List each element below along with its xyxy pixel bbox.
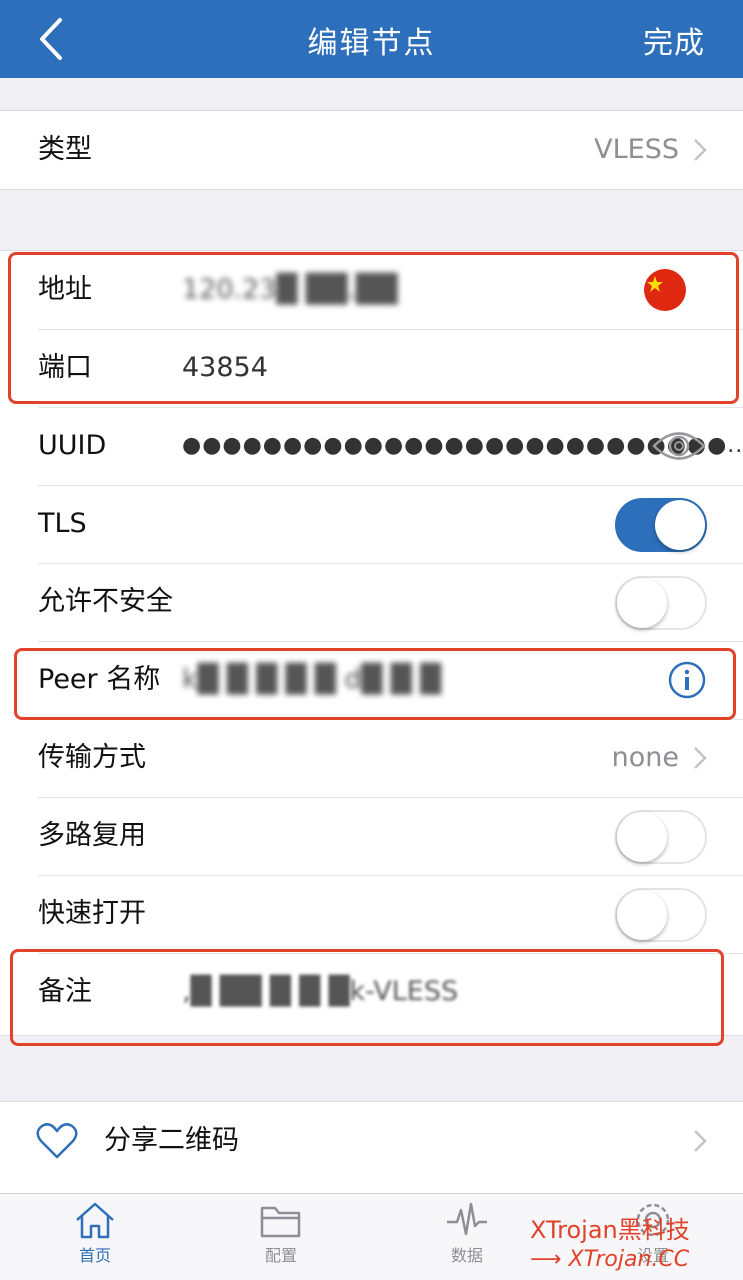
watermark: XTrojan黑科技 ⟶ XTrojan.CC bbox=[530, 1210, 690, 1272]
tls-label: TLS bbox=[38, 508, 87, 539]
port-label: 端口 bbox=[38, 352, 92, 383]
tab-data[interactable]: 数据 bbox=[422, 1200, 512, 1266]
tab-home[interactable]: 首页 bbox=[50, 1200, 140, 1266]
type-row[interactable]: 类型 VLESS bbox=[0, 111, 743, 189]
tls-toggle[interactable] bbox=[615, 498, 707, 552]
peer-name-value[interactable]: k█ █ █ █ █ d█ █ █ bbox=[182, 641, 441, 719]
transport-row[interactable]: 传输方式 none bbox=[0, 719, 743, 797]
address-value[interactable]: 120.23█ ██.██ bbox=[182, 251, 397, 329]
fast-open-row: 快速打开 bbox=[0, 875, 743, 953]
peer-name-label: Peer 名称 bbox=[38, 664, 161, 695]
remark-value[interactable]: ‚█ ██ █ █ █k-VLESS bbox=[182, 953, 458, 1031]
remark-row[interactable]: 备注 ‚█ ██ █ █ █k-VLESS bbox=[0, 953, 743, 1035]
watermark-line1: XTrojan黑科技 bbox=[530, 1216, 690, 1244]
port-row[interactable]: 端口 43854 bbox=[0, 329, 743, 407]
nav-bar: 编辑节点 完成 bbox=[0, 0, 743, 78]
tab-data-label: 数据 bbox=[450, 1246, 483, 1265]
remark-label: 备注 bbox=[38, 976, 92, 1007]
tab-config[interactable]: 配置 bbox=[236, 1200, 326, 1266]
page-title: 编辑节点 bbox=[307, 26, 436, 61]
toggle-knob bbox=[655, 500, 705, 550]
node-settings-group: 地址 120.23█ ██.██ 端口 43854 UUID ●●●●●●●●●… bbox=[0, 250, 743, 1036]
toggle-knob bbox=[617, 812, 667, 862]
home-icon bbox=[76, 1202, 114, 1239]
arrow-right-icon: ⟶ bbox=[530, 1247, 569, 1272]
china-flag-icon bbox=[644, 269, 686, 311]
chevron-right-icon bbox=[694, 747, 707, 769]
chevron-right-icon bbox=[694, 139, 707, 161]
eye-icon[interactable] bbox=[651, 429, 707, 463]
fast-open-label: 快速打开 bbox=[38, 898, 146, 929]
heart-icon bbox=[36, 1123, 78, 1159]
transport-label: 传输方式 bbox=[38, 742, 146, 773]
transport-value: none bbox=[611, 742, 679, 773]
mux-row: 多路复用 bbox=[0, 797, 743, 875]
tab-config-label: 配置 bbox=[264, 1246, 297, 1265]
done-button[interactable]: 完成 bbox=[643, 18, 705, 62]
pulse-icon bbox=[447, 1202, 487, 1236]
type-group: 类型 VLESS bbox=[0, 110, 743, 190]
type-value: VLESS bbox=[594, 134, 679, 165]
allow-insecure-row: 允许不安全 bbox=[0, 563, 743, 641]
watermark-url: XTrojan.CC bbox=[568, 1247, 690, 1272]
peer-name-row[interactable]: Peer 名称 k█ █ █ █ █ d█ █ █ bbox=[0, 641, 743, 719]
uuid-label: UUID bbox=[38, 430, 107, 461]
toggle-knob bbox=[617, 890, 667, 940]
toggle-knob bbox=[617, 578, 667, 628]
folder-icon bbox=[260, 1206, 301, 1238]
uuid-row[interactable]: UUID ●●●●●●●●●●●●●●●●●●●●●●●●●●●... bbox=[0, 407, 743, 485]
share-qr-row[interactable]: 分享二维码 bbox=[0, 1102, 743, 1180]
port-value[interactable]: 43854 bbox=[182, 329, 268, 407]
mux-toggle[interactable] bbox=[615, 810, 707, 864]
allow-insecure-label: 允许不安全 bbox=[38, 586, 173, 617]
fast-open-toggle[interactable] bbox=[615, 888, 707, 942]
info-icon[interactable] bbox=[667, 660, 707, 700]
share-group: 分享二维码 bbox=[0, 1101, 743, 1193]
share-qr-label: 分享二维码 bbox=[104, 1125, 239, 1156]
watermark-line2: ⟶ XTrojan.CC bbox=[530, 1247, 690, 1272]
chevron-right-icon bbox=[694, 1130, 707, 1152]
type-label: 类型 bbox=[38, 134, 92, 165]
address-label: 地址 bbox=[38, 274, 92, 305]
tab-home-label: 首页 bbox=[78, 1246, 111, 1265]
allow-insecure-toggle[interactable] bbox=[615, 576, 707, 630]
tls-row: TLS bbox=[0, 485, 743, 563]
mux-label: 多路复用 bbox=[38, 820, 146, 851]
address-row[interactable]: 地址 120.23█ ██.██ bbox=[0, 251, 743, 329]
